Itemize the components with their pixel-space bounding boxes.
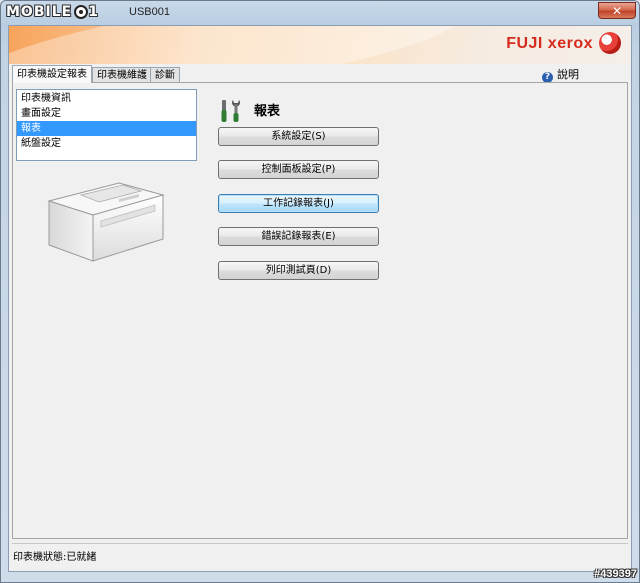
job-history-report-button[interactable]: 工作記錄報表(J) <box>218 194 379 213</box>
help-link[interactable]: ? 說明 <box>542 66 579 83</box>
application-window: MOBILE 1 USB001 ✕ FUJI xerox ? 說明 印表機設定報表 … <box>0 0 640 583</box>
section-title: 報表 <box>254 104 281 119</box>
fuji-xerox-logo: FUJI xerox <box>506 35 593 52</box>
list-item-reports[interactable]: 報表 <box>17 121 196 136</box>
printer-status: 印表機狀態:已就緒 <box>13 552 97 563</box>
settings-category-list[interactable]: 印表機資訊 畫面設定 報表 紙盤設定 <box>16 89 197 161</box>
list-item-printer-info[interactable]: 印表機資訊 <box>17 91 196 106</box>
help-label: 說明 <box>557 68 579 81</box>
list-item-tray-settings[interactable]: 紙盤設定 <box>17 136 196 151</box>
close-button[interactable]: ✕ <box>598 2 636 19</box>
status-divider <box>12 543 628 544</box>
fuji-xerox-sphere-icon <box>599 32 621 54</box>
mobile01-logo: MOBILE 1 <box>6 4 99 20</box>
window-title: USB001 <box>129 6 170 18</box>
client-area: FUJI xerox ? 說明 印表機設定報表 印表機維護 診斷 印表機資訊 畫面… <box>8 25 632 572</box>
tab-panel: 印表機資訊 畫面設定 報表 紙盤設定 報表 系統設定(S) 控制面板設定(P) … <box>12 82 628 539</box>
print-test-page-button[interactable]: 列印測試頁(D) <box>218 261 379 280</box>
tools-icon <box>221 100 240 122</box>
list-item-display-settings[interactable]: 畫面設定 <box>17 106 196 121</box>
control-panel-settings-button[interactable]: 控制面板設定(P) <box>218 160 379 179</box>
system-settings-button[interactable]: 系統設定(S) <box>218 127 379 146</box>
brand-banner: FUJI xerox <box>9 26 631 64</box>
banner-decoration <box>9 26 473 64</box>
tab-printer-maintenance[interactable]: 印表機維護 <box>92 67 152 82</box>
title-bar[interactable]: MOBILE 1 USB001 ✕ <box>1 1 639 25</box>
printer-illustration <box>47 182 165 262</box>
watermark-id: #439397 <box>594 568 637 580</box>
error-history-report-button[interactable]: 錯誤記錄報表(E) <box>218 227 379 246</box>
tab-printer-settings-report[interactable]: 印表機設定報表 <box>12 65 92 83</box>
tab-diagnostics[interactable]: 診斷 <box>150 67 180 82</box>
